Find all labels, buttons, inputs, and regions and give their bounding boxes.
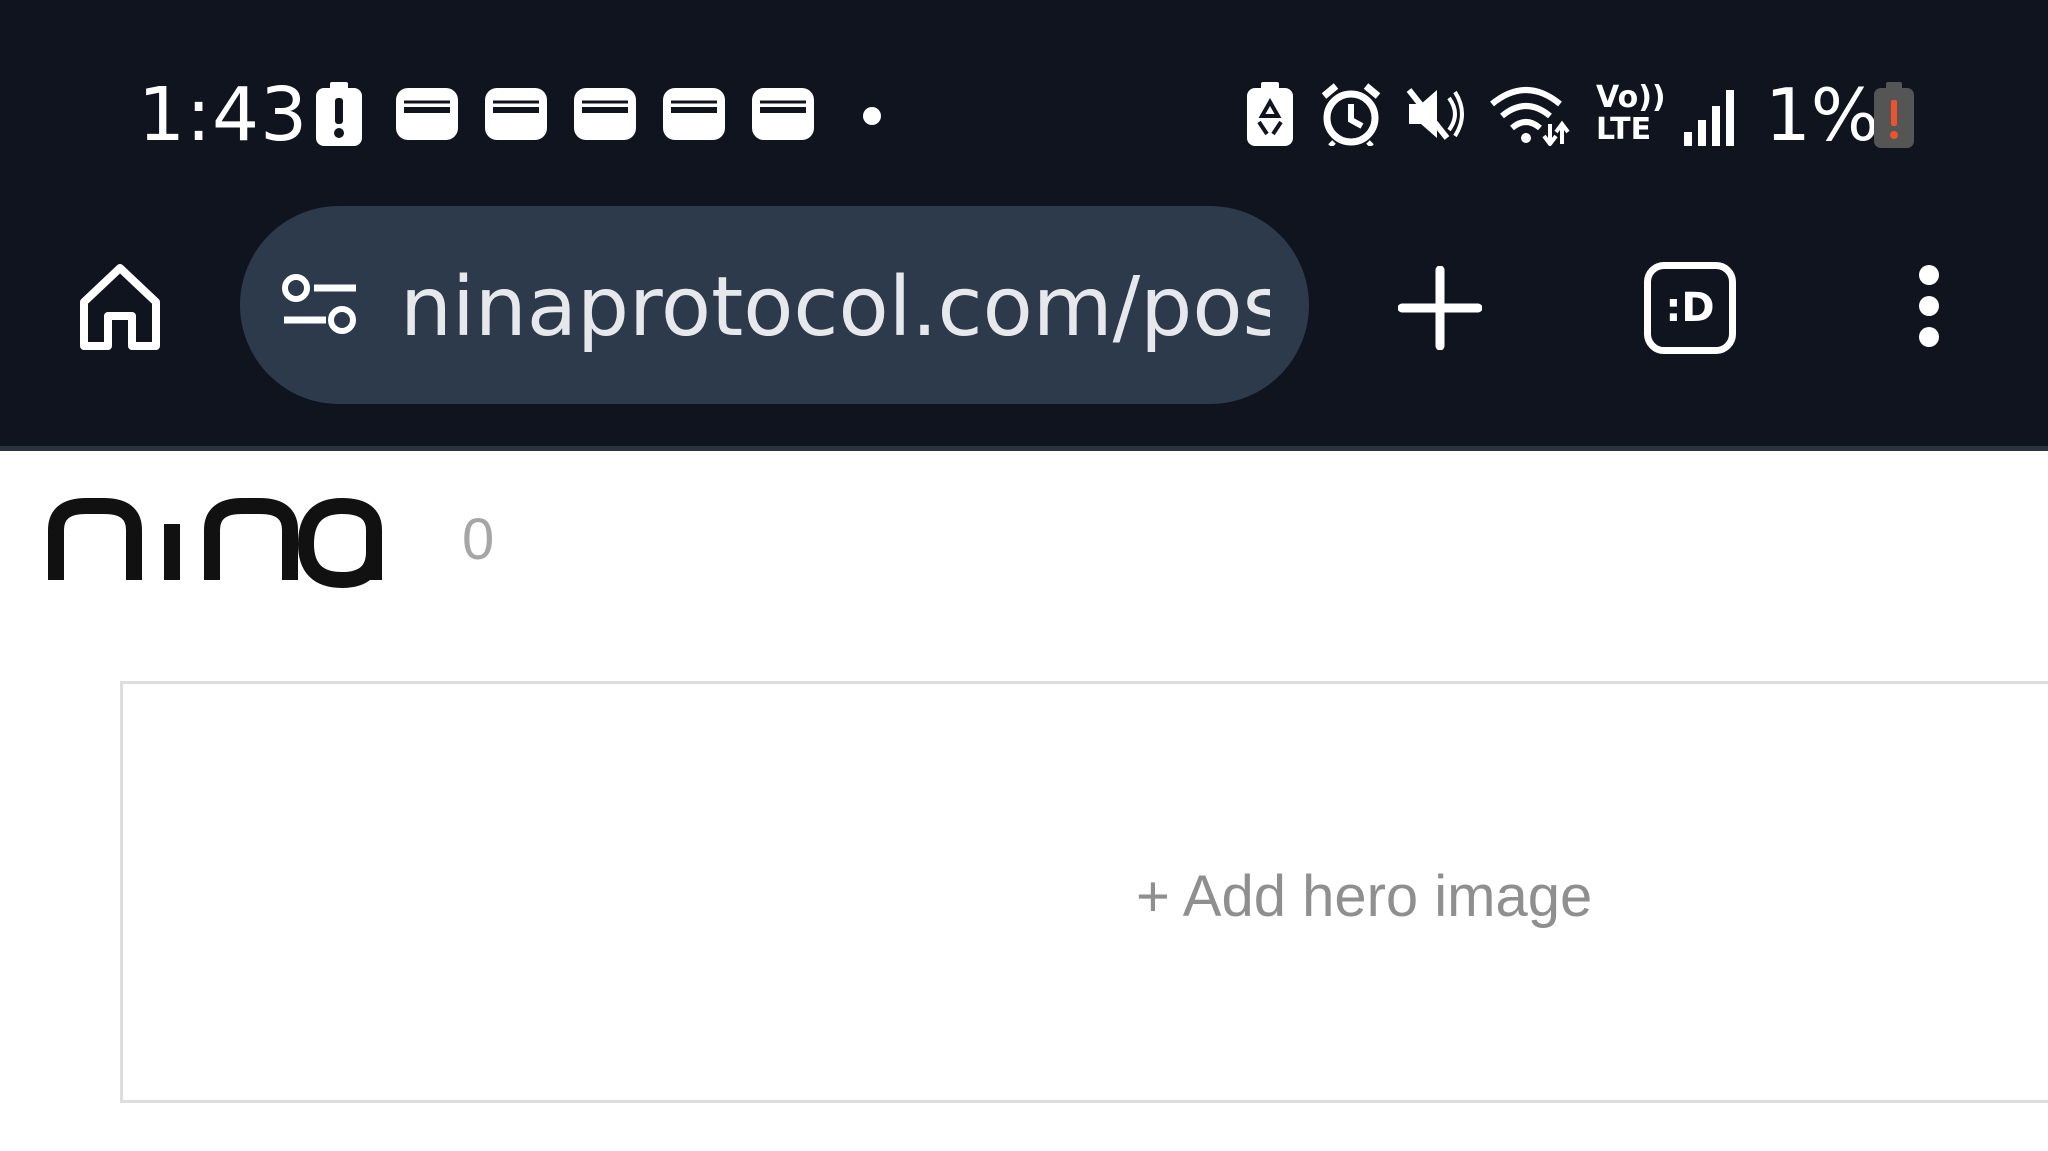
counter: 0: [462, 507, 495, 572]
signal-icon: [1684, 86, 1740, 151]
add-hero-image-button[interactable]: + Add hero image: [1136, 862, 1592, 932]
wallet-icon: [752, 88, 814, 145]
tab-switcher-button[interactable]: :D: [1644, 262, 1736, 354]
url-text[interactable]: ninaprotocol.com/post: [400, 258, 1270, 358]
alarm-icon: [1320, 82, 1382, 151]
battery-alert-icon: [316, 82, 362, 151]
new-tab-button[interactable]: [1397, 265, 1483, 355]
plus-icon: [1397, 265, 1483, 351]
home-icon: [80, 264, 160, 350]
status-time: 1:43: [138, 72, 309, 158]
mute-icon: [1405, 84, 1467, 149]
chrome-divider: [0, 446, 2048, 451]
wallet-icon: [396, 88, 458, 145]
nina-logo[interactable]: nina: [48, 488, 388, 603]
dot-icon: [862, 106, 882, 131]
menu-button[interactable]: [1914, 264, 1944, 353]
wallet-icon: [485, 88, 547, 145]
tune-icon: [282, 274, 356, 334]
battery-percent: 1%: [1765, 73, 1880, 157]
hero-image-dropzone[interactable]: [120, 681, 2048, 1103]
battery-saver-icon: [1247, 82, 1293, 151]
home-button[interactable]: [78, 262, 162, 355]
battery-low-icon: [1874, 82, 1914, 153]
wifi-icon: [1488, 84, 1570, 151]
wallet-icon: [574, 88, 636, 145]
more-vert-icon: [1919, 265, 1939, 347]
site-settings-button[interactable]: [282, 274, 358, 343]
wallet-icon: [663, 88, 725, 145]
tab-count-label: :D: [1665, 285, 1715, 331]
volte-icon: Vo)) LTE: [1596, 80, 1666, 147]
